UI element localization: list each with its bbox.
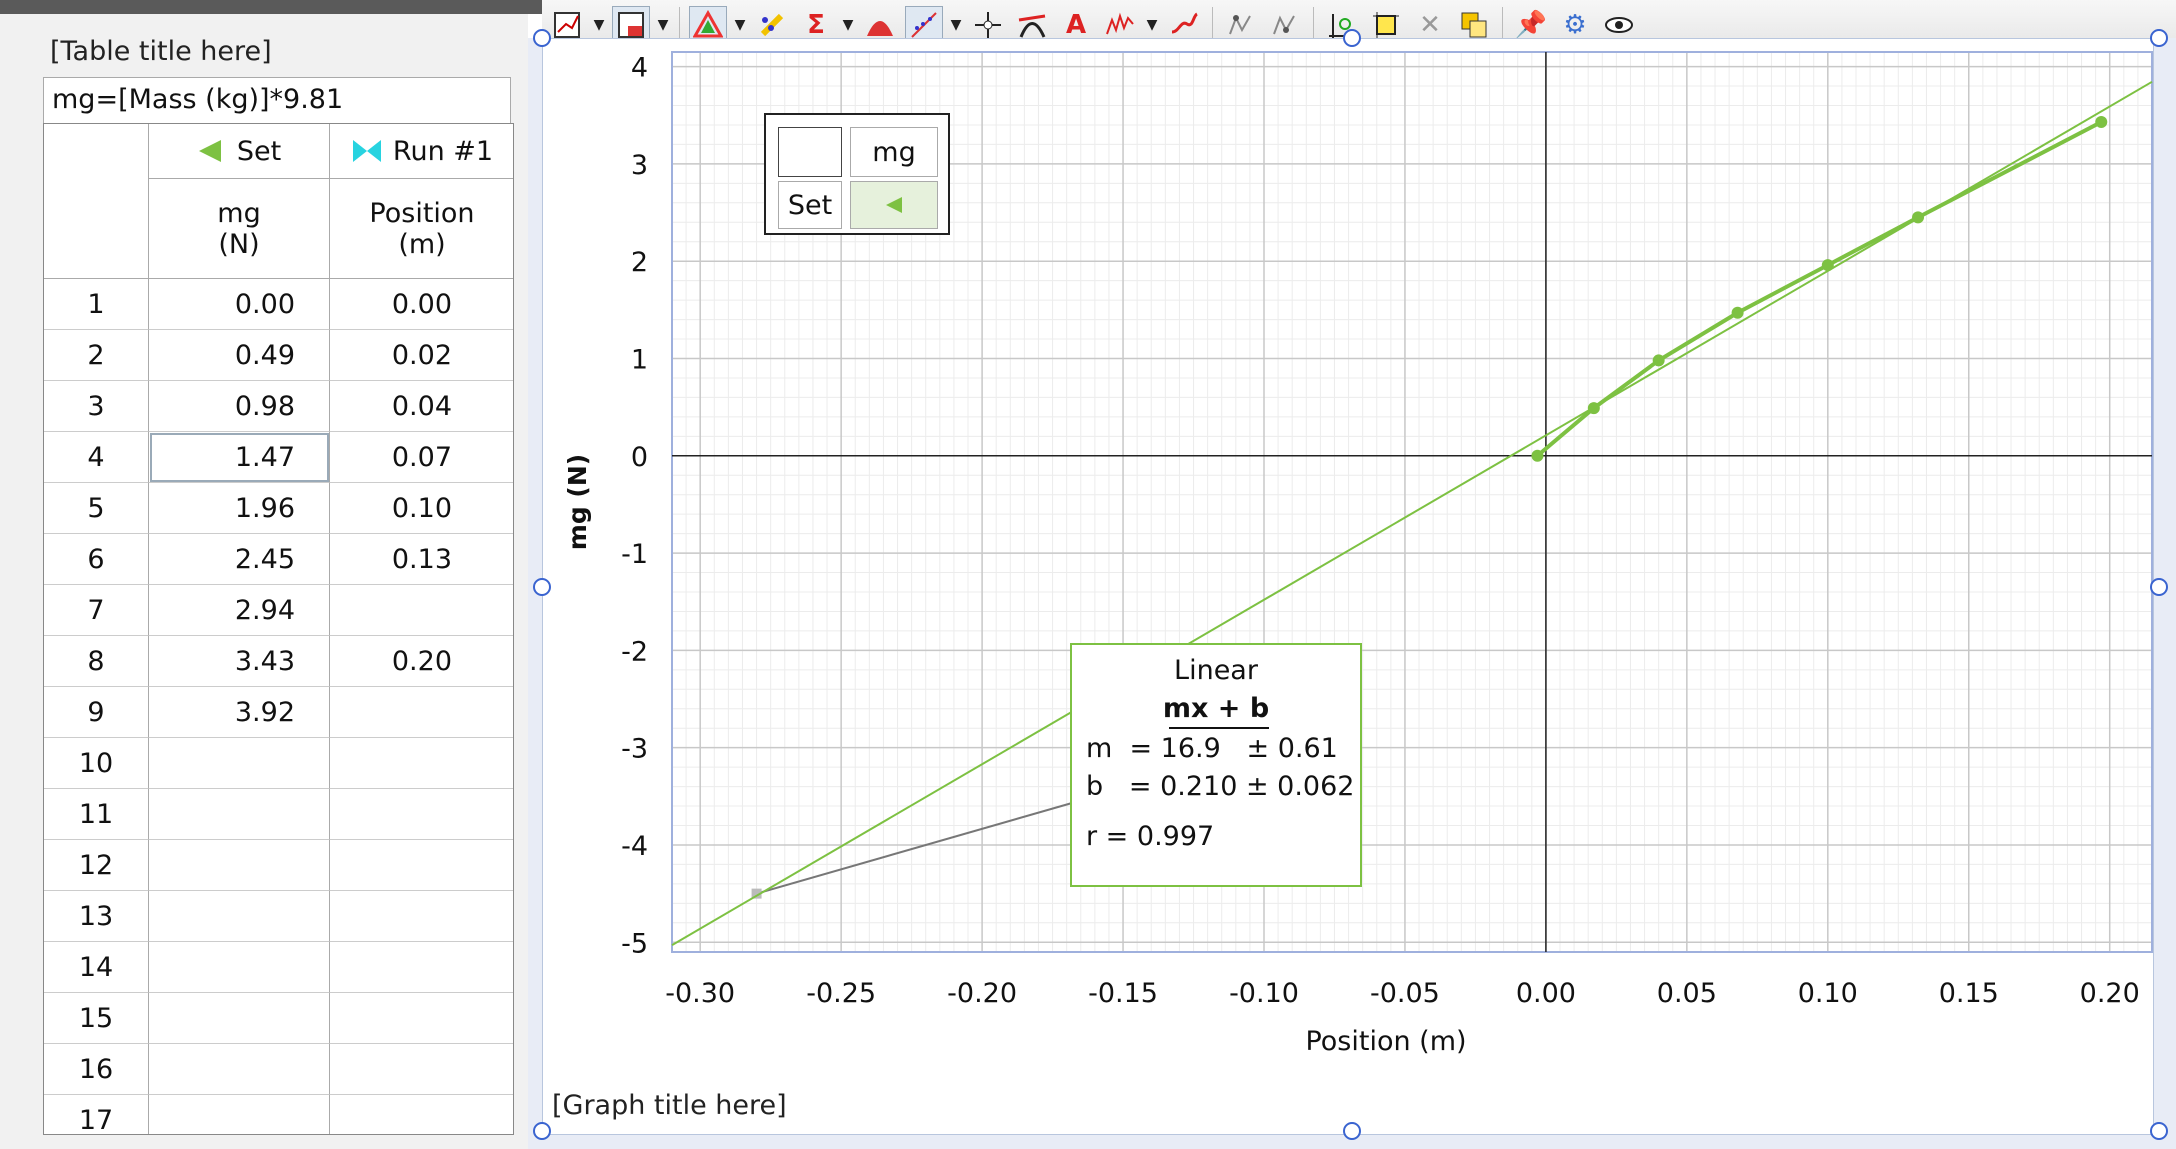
legend-series-swatch bbox=[850, 181, 938, 229]
table-cell-mg[interactable]: 3.43 bbox=[149, 636, 330, 687]
column-name: mg bbox=[217, 197, 261, 229]
table-cell-mg[interactable]: 2.45 bbox=[149, 534, 330, 585]
row-number: 14 bbox=[44, 942, 149, 993]
table-cell-mg[interactable]: 3.92 bbox=[149, 687, 330, 738]
table-cell-position[interactable] bbox=[330, 891, 513, 942]
table-cell-mg[interactable]: 2.94 bbox=[149, 585, 330, 636]
row-number: 15 bbox=[44, 993, 149, 1044]
table-cell-mg[interactable] bbox=[149, 942, 330, 993]
table-cell-mg[interactable]: 1.96 bbox=[149, 483, 330, 534]
row-number: 7 bbox=[44, 585, 149, 636]
table-cell-position[interactable]: 0.13 bbox=[330, 534, 513, 585]
table-cell-position[interactable]: 0.10 bbox=[330, 483, 513, 534]
legend-header: mg bbox=[850, 127, 938, 177]
resize-handle-bottom-left[interactable] bbox=[533, 1122, 551, 1140]
resize-handle-middle-left[interactable] bbox=[533, 578, 551, 596]
table-cell-position[interactable]: 0.07 bbox=[330, 432, 513, 483]
resize-handle-top-right[interactable] bbox=[2150, 29, 2168, 47]
row-number: 12 bbox=[44, 840, 149, 891]
chevron-down-icon[interactable]: ▼ bbox=[949, 17, 963, 33]
column-group-set[interactable]: Set bbox=[149, 124, 330, 179]
legend-swatch-empty bbox=[778, 127, 842, 177]
row-number: 9 bbox=[44, 687, 149, 738]
row-number: 11 bbox=[44, 789, 149, 840]
table-cell-position[interactable] bbox=[330, 585, 513, 636]
table-cell-mg[interactable]: 0.98 bbox=[149, 381, 330, 432]
row-number: 13 bbox=[44, 891, 149, 942]
row-number: 3 bbox=[44, 381, 149, 432]
table-cell-position[interactable] bbox=[330, 1095, 513, 1134]
table-cell-position[interactable] bbox=[330, 840, 513, 891]
table-cell-mg[interactable]: 1.47 bbox=[149, 432, 330, 483]
fit-title: Linear bbox=[1174, 655, 1258, 686]
row-number: 5 bbox=[44, 483, 149, 534]
table-title[interactable]: [Table title here] bbox=[50, 36, 272, 67]
table-cell-mg[interactable] bbox=[149, 738, 330, 789]
resize-handle-bottom-right[interactable] bbox=[2150, 1122, 2168, 1140]
resize-handle-bottom-center[interactable] bbox=[1343, 1122, 1361, 1140]
table-cell-position[interactable] bbox=[330, 738, 513, 789]
table-cell-mg[interactable] bbox=[149, 891, 330, 942]
fit-slope: m = 16.9 ± 0.61 bbox=[1086, 733, 1338, 764]
graph-title[interactable]: [Graph title here] bbox=[552, 1090, 787, 1121]
row-number: 4 bbox=[44, 432, 149, 483]
table-cell-mg[interactable] bbox=[149, 1044, 330, 1095]
column-unit: (m) bbox=[398, 228, 446, 260]
chevron-down-icon[interactable]: ▼ bbox=[656, 17, 670, 33]
column-unit: (N) bbox=[218, 228, 260, 260]
table-cell-mg[interactable] bbox=[149, 1095, 330, 1134]
table-cell-position[interactable] bbox=[330, 942, 513, 993]
table-cell-position[interactable]: 0.00 bbox=[330, 279, 513, 330]
row-number: 8 bbox=[44, 636, 149, 687]
row-number: 17 bbox=[44, 1095, 149, 1134]
run-bowtie-icon bbox=[352, 140, 381, 162]
set-triangle-icon bbox=[886, 197, 902, 213]
table-cell-mg[interactable]: 0.49 bbox=[149, 330, 330, 381]
table-cell-position[interactable] bbox=[330, 687, 513, 738]
table-cell-position[interactable] bbox=[330, 789, 513, 840]
column-name: Position bbox=[369, 197, 475, 229]
data-table: Set Run #1 mg (N) Position (m) 1 0.00 0.00… bbox=[43, 123, 514, 1135]
row-number-header bbox=[44, 124, 149, 279]
table-cell-position[interactable] bbox=[330, 1044, 513, 1095]
set-triangle-icon bbox=[198, 140, 221, 162]
row-number: 2 bbox=[44, 330, 149, 381]
column-header-position[interactable]: Position (m) bbox=[330, 179, 513, 279]
fit-equation: mx + b bbox=[1162, 693, 1270, 724]
table-cell-mg[interactable] bbox=[149, 993, 330, 1044]
legend-set-label: Set bbox=[778, 181, 842, 229]
legend-box[interactable]: mg Set bbox=[764, 113, 950, 235]
table-cell-mg[interactable] bbox=[149, 789, 330, 840]
column-group-label: Run #1 bbox=[392, 135, 494, 167]
resize-handle-middle-right[interactable] bbox=[2150, 578, 2168, 596]
chevron-down-icon[interactable]: ▼ bbox=[733, 17, 747, 33]
fit-equation-underline bbox=[1169, 727, 1269, 729]
table-cell-position[interactable]: 0.20 bbox=[330, 636, 513, 687]
table-cell-position[interactable] bbox=[330, 993, 513, 1044]
table-cell-mg[interactable] bbox=[149, 840, 330, 891]
row-number: 6 bbox=[44, 534, 149, 585]
column-header-mg[interactable]: mg (N) bbox=[149, 179, 330, 279]
column-group-label: Set bbox=[236, 135, 282, 167]
resize-handle-top-center[interactable] bbox=[1343, 29, 1361, 47]
row-number: 16 bbox=[44, 1044, 149, 1095]
resize-handle-top-left[interactable] bbox=[533, 29, 551, 47]
chevron-down-icon[interactable]: ▼ bbox=[592, 17, 606, 33]
column-group-run1[interactable]: Run #1 bbox=[330, 124, 513, 179]
row-number: 10 bbox=[44, 738, 149, 789]
fit-intercept: b = 0.210 ± 0.062 bbox=[1086, 771, 1355, 802]
table-cell-position[interactable]: 0.02 bbox=[330, 330, 513, 381]
table-cell-mg[interactable]: 0.00 bbox=[149, 279, 330, 330]
row-number: 1 bbox=[44, 279, 149, 330]
chevron-down-icon[interactable]: ▼ bbox=[1145, 17, 1159, 33]
curve-fit-box[interactable]: Linear mx + b m = 16.9 ± 0.61 b = 0.210 … bbox=[1070, 643, 1362, 887]
fit-correlation: r = 0.997 bbox=[1086, 821, 1215, 852]
table-cell-position[interactable]: 0.04 bbox=[330, 381, 513, 432]
chevron-down-icon[interactable]: ▼ bbox=[841, 17, 855, 33]
